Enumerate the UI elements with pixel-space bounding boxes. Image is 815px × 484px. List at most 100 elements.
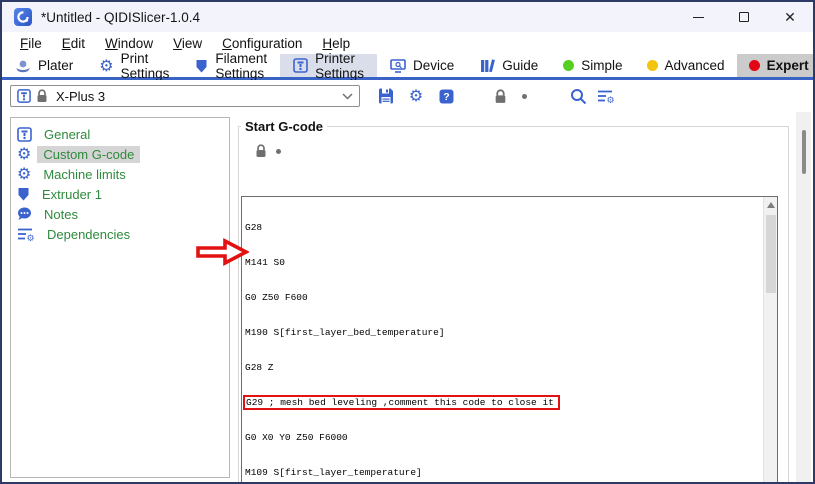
lock-icon [494, 89, 507, 104]
sidebar-item-machine-limits[interactable]: ⚙ Machine limits [11, 164, 229, 184]
maximize-icon [739, 12, 749, 22]
app-window: *Untitled - QIDISlicer-1.0.4 ✕ File Edit… [0, 0, 815, 484]
sidebar-item-label: Notes [38, 206, 84, 223]
preset-settings-button[interactable]: ⚙ [404, 84, 428, 108]
page-scrollbar[interactable] [796, 112, 811, 484]
tab-plater[interactable]: Plater [2, 54, 86, 77]
mode-advanced[interactable]: Advanced [635, 54, 737, 77]
close-icon: ✕ [784, 10, 796, 24]
sidebar-item-custom-gcode[interactable]: ⚙ Custom G-code [11, 144, 229, 164]
gcode-line: G29 ; mesh bed leveling ,comment this co… [245, 397, 761, 409]
gcode-line: G0 Z50 F600 [245, 292, 761, 304]
lock-all-button[interactable] [488, 84, 512, 108]
settings-list-icon: ⚙ [597, 89, 615, 104]
dot-icon [522, 94, 527, 99]
tab-label: Guide [502, 58, 538, 73]
plater-icon [15, 59, 31, 73]
search-icon [570, 88, 587, 105]
settings-category-list: General ⚙ Custom G-code ⚙ Machine limits… [10, 117, 230, 478]
menu-view[interactable]: View [163, 34, 212, 53]
tab-label: Device [413, 58, 454, 73]
filament-icon [17, 187, 30, 201]
sidebar-item-notes[interactable]: Notes [11, 204, 229, 224]
tab-print-settings[interactable]: ⚙ Print Settings [86, 54, 182, 77]
question-icon: ? [439, 89, 454, 104]
compare-settings-button[interactable]: ⚙ [594, 84, 618, 108]
title-bar: *Untitled - QIDISlicer-1.0.4 ✕ [2, 2, 813, 32]
gear-icon: ⚙ [99, 58, 113, 74]
window-title: *Untitled - QIDISlicer-1.0.4 [41, 10, 200, 25]
tab-bar: Plater ⚙ Print Settings Filament Setting… [2, 54, 813, 80]
tab-label: Filament Settings [215, 51, 267, 81]
expert-mode-dot-icon [749, 60, 760, 71]
sidebar-item-extruder-1[interactable]: Extruder 1 [11, 184, 229, 204]
svg-text:?: ? [443, 91, 449, 103]
annotation-arrow-icon [195, 238, 249, 266]
mode-switcher: Simple Advanced Expert [551, 54, 815, 77]
app-logo-icon [14, 8, 32, 26]
chevron-down-icon[interactable] [342, 93, 353, 100]
minimize-button[interactable] [675, 2, 721, 32]
gcode-line: M109 S[first_layer_temperature] [245, 467, 761, 479]
sidebar-item-label: Dependencies [41, 226, 136, 243]
close-button[interactable]: ✕ [767, 2, 813, 32]
gear-icon: ⚙ [409, 88, 423, 104]
sidebar-item-label: Machine limits [37, 166, 131, 183]
gcode-line: G28 Z [245, 362, 761, 374]
tab-device[interactable]: Device [377, 54, 467, 77]
minimize-icon [693, 17, 704, 18]
printer-icon [17, 127, 32, 142]
gcode-text: G28 M141 S0 G0 Z50 F600 M190 S[first_lay… [245, 199, 761, 484]
gcode-line: M190 S[first_layer_bed_temperature] [245, 327, 761, 339]
lock-icon [36, 89, 48, 103]
dot-icon[interactable] [276, 149, 281, 154]
tab-label: Print Settings [121, 51, 170, 81]
sidebar-item-label: General [38, 126, 96, 143]
advanced-mode-dot-icon [647, 60, 658, 71]
save-preset-button[interactable] [374, 84, 398, 108]
gear-icon: ⚙ [17, 166, 31, 182]
mode-label: Expert [767, 58, 809, 73]
start-gcode-textarea[interactable]: G28 M141 S0 G0 Z50 F600 M190 S[first_lay… [241, 196, 778, 484]
scrollbar-thumb[interactable] [766, 215, 776, 293]
revert-dot-button[interactable] [512, 84, 536, 108]
dependencies-icon: ⚙ [17, 227, 35, 242]
gcode-line: G0 X0 Y0 Z50 F6000 [245, 432, 761, 444]
maximize-button[interactable] [721, 2, 767, 32]
sidebar-item-label: Custom G-code [37, 146, 140, 163]
help-button[interactable]: ? [434, 84, 458, 108]
mode-expert[interactable]: Expert [737, 54, 815, 77]
tab-label: Plater [38, 58, 73, 73]
preset-value: X-Plus 3 [56, 89, 337, 104]
preset-toolbar: X-Plus 3 ⚙ ? ⚙ [2, 80, 813, 112]
gear-icon: ⚙ [17, 146, 31, 162]
gcode-line: M141 S0 [245, 257, 761, 269]
search-button[interactable] [566, 84, 590, 108]
menu-edit[interactable]: Edit [52, 34, 95, 53]
section-title: Start G-code [241, 119, 327, 134]
sidebar-item-label: Extruder 1 [36, 186, 108, 203]
filament-icon [195, 59, 208, 73]
svg-text:⚙: ⚙ [26, 234, 34, 242]
save-icon [378, 88, 394, 104]
printer-icon [17, 89, 31, 103]
svg-text:⚙: ⚙ [606, 96, 614, 104]
tab-printer-settings[interactable]: Printer Settings [280, 54, 377, 77]
tab-label: Printer Settings [315, 51, 364, 81]
menu-file[interactable]: File [10, 34, 52, 53]
printer-preset-combobox[interactable]: X-Plus 3 [10, 85, 360, 107]
highlighted-gcode-line: G29 ; mesh bed leveling ,comment this co… [245, 397, 558, 408]
simple-mode-dot-icon [563, 60, 574, 71]
gcode-line: G28 [245, 222, 761, 234]
mode-simple[interactable]: Simple [551, 54, 634, 77]
start-gcode-group: Start G-code G28 M141 S0 G0 Z50 F600 M19… [238, 119, 789, 484]
sidebar-item-general[interactable]: General [11, 124, 229, 144]
mode-label: Advanced [665, 58, 725, 73]
scroll-up-icon[interactable] [767, 202, 775, 208]
tab-guide[interactable]: Guide [467, 54, 551, 77]
scrollbar-thumb[interactable] [802, 130, 806, 174]
lock-icon[interactable] [255, 144, 267, 158]
textarea-scrollbar[interactable] [763, 197, 777, 484]
device-icon [390, 59, 406, 73]
tab-filament-settings[interactable]: Filament Settings [182, 54, 280, 77]
